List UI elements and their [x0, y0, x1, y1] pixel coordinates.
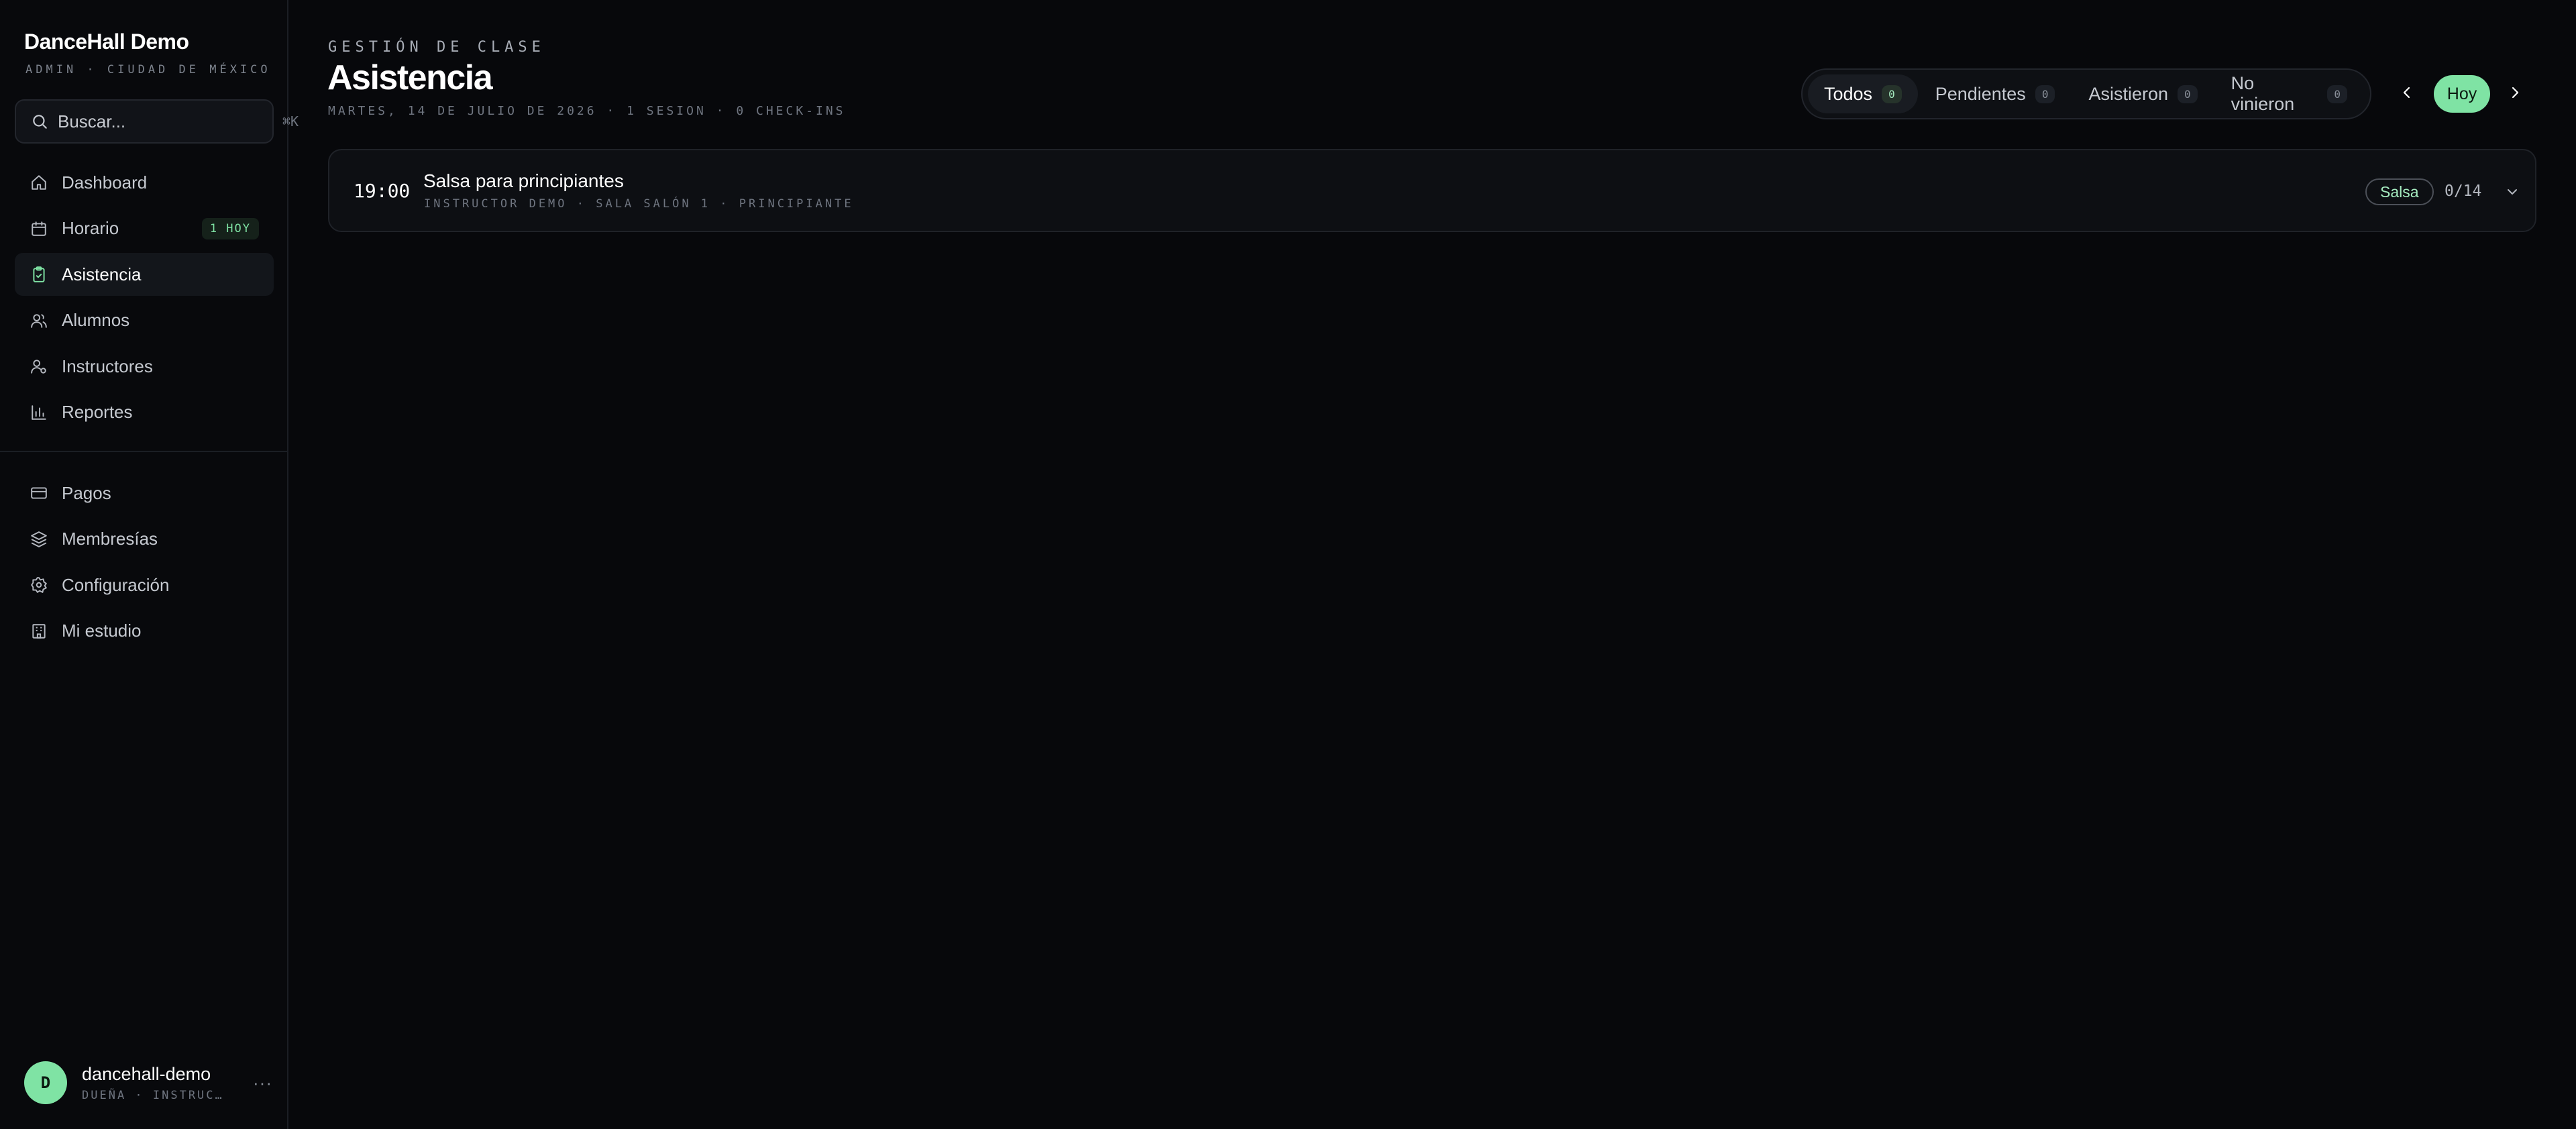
search-input[interactable]	[58, 111, 282, 132]
user-name: dancehall-demo	[82, 1063, 211, 1084]
user-info: dancehall-demo DUEÑA · INSTRUC…	[82, 1064, 253, 1102]
sidebar-item-label: Dashboard	[62, 172, 148, 193]
filter-label: No vinieron	[2231, 73, 2295, 114]
session-capacity: 0/14	[2445, 182, 2482, 200]
credit-card-icon	[30, 484, 48, 502]
search-box[interactable]: ⌘K	[15, 99, 299, 144]
attendance-filter-group: Todos 0 Pendientes 0 Asistieron 0 No vin…	[1801, 68, 2371, 119]
filter-todos[interactable]: Todos 0	[1808, 74, 1918, 113]
filter-count: 0	[2327, 85, 2347, 103]
layers-icon	[30, 530, 48, 549]
sidebar-item-label: Configuración	[62, 574, 170, 595]
sidebar-item-label: Reportes	[62, 402, 133, 422]
filter-count: 0	[1882, 85, 1902, 103]
sidebar: DanceHall Demo ADMIN · CIUDAD DE MÉXICO …	[0, 0, 299, 1129]
search-icon	[31, 113, 48, 130]
sidebar-item-label: Asistencia	[62, 264, 142, 284]
dance-style-badge: Salsa	[2365, 178, 2434, 205]
sidebar-item-label: Alumnos	[62, 310, 130, 330]
session-title: Salsa para principiantes	[423, 170, 624, 191]
avatar: D	[24, 1061, 67, 1104]
filter-pendientes[interactable]: Pendientes 0	[1919, 74, 2072, 113]
calendar-icon	[30, 219, 48, 238]
gear-icon	[30, 576, 48, 594]
sidebar-item-horario[interactable]: Horario 1 HOY	[15, 207, 274, 250]
building-icon	[30, 622, 48, 641]
sidebar-item-membresias[interactable]: Membresías	[15, 518, 274, 561]
sidebar-item-mi-estudio[interactable]: Mi estudio	[15, 610, 274, 653]
chevron-left-icon	[2399, 85, 2415, 104]
sidebar-item-label: Mi estudio	[62, 621, 142, 641]
clipboard-check-icon	[30, 265, 48, 284]
today-count-badge: 1 HOY	[201, 217, 259, 239]
today-button[interactable]: Hoy	[2434, 75, 2490, 113]
session-meta: INSTRUCTOR DEMO · SALA SALÓN 1 · PRINCIP…	[424, 197, 854, 211]
search-shortcut: ⌘K	[282, 113, 299, 129]
filter-no-vinieron[interactable]: No vinieron 0	[2215, 73, 2363, 114]
page-title: Asistencia	[327, 58, 493, 97]
main-nav: Dashboard Horario 1 HOY Asistencia Alumn…	[15, 161, 274, 437]
sidebar-item-asistencia[interactable]: Asistencia	[15, 253, 274, 296]
sidebar-item-label: Horario	[62, 218, 119, 238]
session-time: 19:00	[354, 180, 411, 202]
chevron-down-icon[interactable]	[2503, 182, 2522, 201]
sidebar-item-instructores[interactable]: Instructores	[15, 345, 274, 388]
brand-title: DanceHall Demo	[24, 30, 189, 54]
user-role: DUEÑA · INSTRUC…	[82, 1088, 224, 1102]
sidebar-item-reportes[interactable]: Reportes	[15, 391, 274, 434]
sidebar-item-label: Membresías	[62, 529, 158, 549]
filter-count: 0	[2178, 85, 2198, 103]
filter-label: Pendientes	[1935, 83, 2026, 104]
previous-day-button[interactable]	[2391, 78, 2423, 110]
filter-label: Todos	[1824, 83, 1873, 104]
sidebar-item-configuracion[interactable]: Configuración	[15, 563, 274, 606]
sidebar-divider	[0, 451, 288, 452]
sidebar-item-dashboard[interactable]: Dashboard	[15, 161, 274, 204]
filter-asistieron[interactable]: Asistieron 0	[2072, 74, 2213, 113]
brand-subtitle: ADMIN · CIUDAD DE MÉXICO	[25, 63, 271, 76]
next-day-button[interactable]	[2499, 78, 2531, 110]
page-eyebrow: GESTIÓN DE CLASE	[328, 39, 545, 56]
session-card[interactable]: 19:00 Salsa para principiantes INSTRUCTO…	[328, 149, 2536, 232]
filter-label: Asistieron	[2088, 83, 2168, 104]
secondary-nav: Pagos Membresías Configuración Mi estudi…	[15, 472, 274, 655]
more-icon[interactable]: ···	[253, 1073, 272, 1093]
sidebar-item-label: Instructores	[62, 356, 153, 376]
users-icon	[30, 311, 48, 330]
sidebar-item-label: Pagos	[62, 482, 111, 503]
sidebar-item-alumnos[interactable]: Alumnos	[15, 299, 274, 342]
filter-count: 0	[2035, 85, 2055, 103]
chevron-right-icon	[2507, 85, 2523, 104]
sidebar-item-pagos[interactable]: Pagos	[15, 472, 274, 515]
user-cog-icon	[30, 357, 48, 376]
page-subtitle: MARTES, 14 DE JULIO DE 2026 · 1 SESION ·…	[328, 104, 846, 118]
home-icon	[30, 173, 48, 192]
user-profile[interactable]: D dancehall-demo DUEÑA · INSTRUC… ···	[24, 1060, 272, 1106]
bar-chart-icon	[30, 403, 48, 422]
